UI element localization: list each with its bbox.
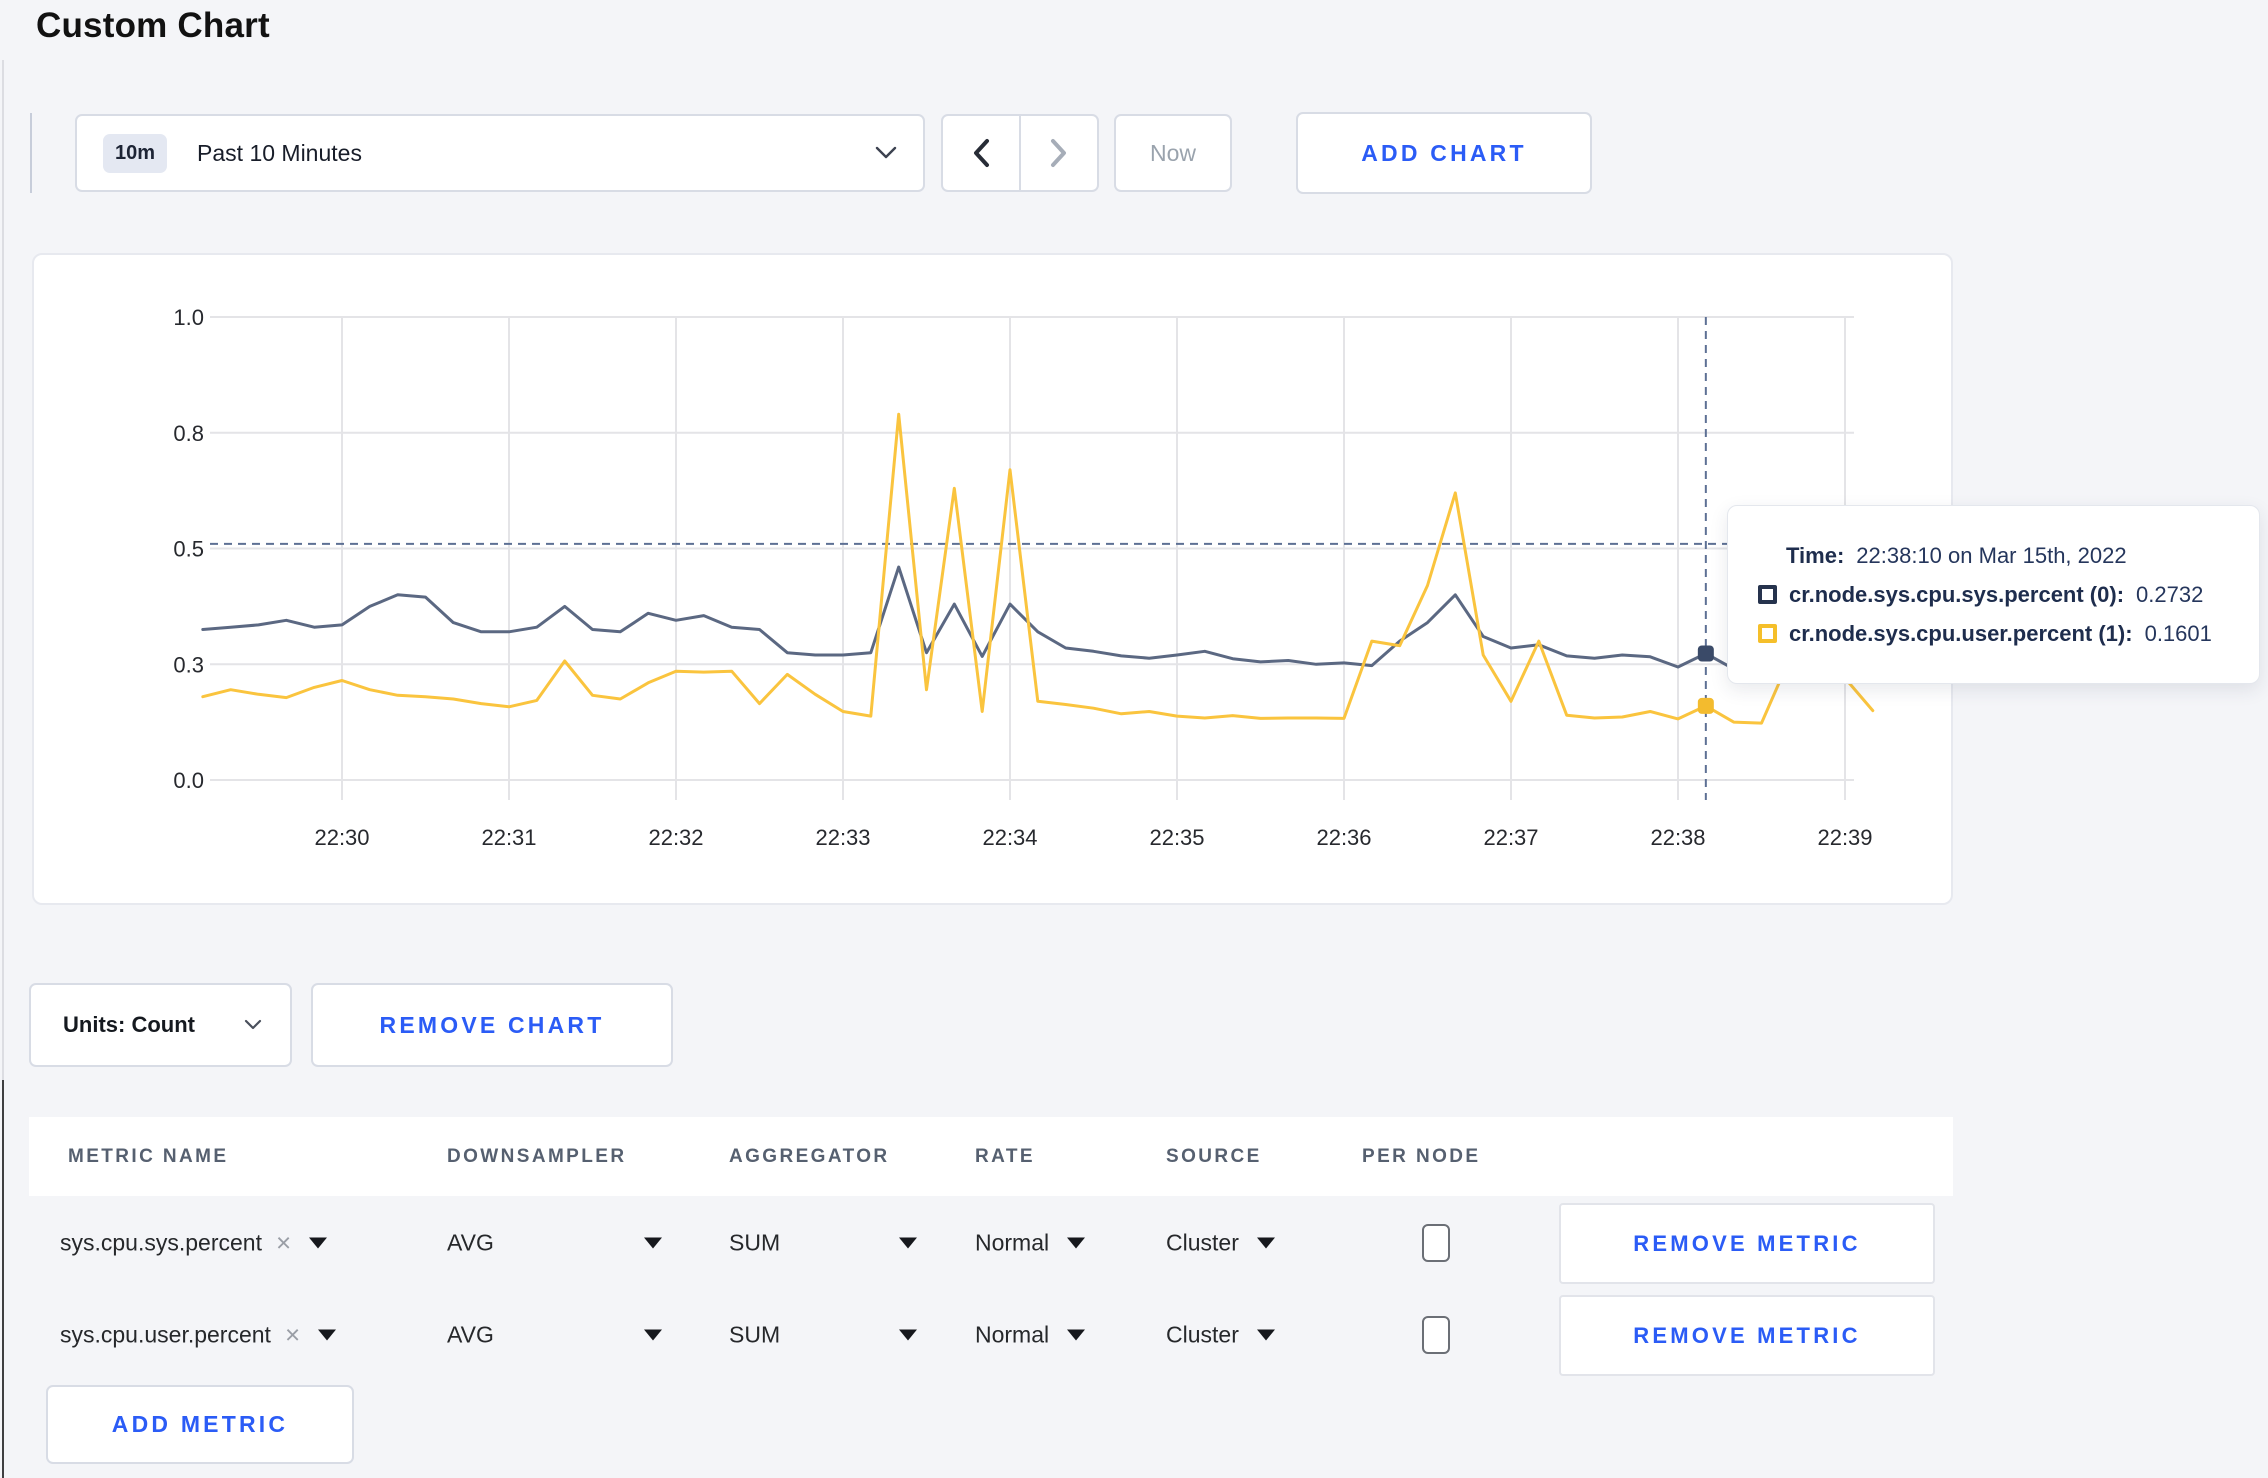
dropdown-caret-icon [1256, 1329, 1275, 1341]
per-node-checkbox[interactable] [1422, 1316, 1450, 1354]
x-axis-tick-label: 22:37 [1483, 825, 1538, 850]
tooltip-series-label: cr.node.sys.cpu.sys.percent (0): [1789, 581, 2125, 607]
source-select[interactable]: Cluster [1166, 1322, 1275, 1349]
time-range-dropdown[interactable]: 10m Past 10 Minutes [75, 114, 925, 192]
chart-card: 0.0 0.3 0.5 0.8 1.0 22:30 22:31 22:32 22:33 22:34… [32, 253, 2260, 907]
y-axis-tick-label: 0.3 [173, 652, 204, 677]
x-axis-tick-label: 22:39 [1817, 825, 1872, 850]
x-axis-tick-label: 22:36 [1316, 825, 1371, 850]
y-axis-tick-label: 0.0 [173, 768, 204, 793]
chart-tooltip: Time: 22:38:10 on Mar 15th, 2022 cr.node… [1727, 505, 2260, 684]
source-select[interactable]: Cluster [1166, 1230, 1275, 1257]
dropdown-caret-icon [1067, 1329, 1086, 1341]
metric-name-select[interactable]: sys.cpu.sys.percent × [60, 1228, 328, 1259]
x-axis-tick-label: 22:38 [1650, 825, 1705, 850]
x-axis-tick-label: 22:31 [481, 825, 536, 850]
prev-time-button[interactable] [943, 116, 1019, 190]
x-axis-tick-label: 22:34 [982, 825, 1037, 850]
time-range-badge: 10m [103, 133, 168, 173]
metric-name-select[interactable]: sys.cpu.user.percent × [60, 1320, 337, 1351]
tooltip-time-value: 22:38:10 on Mar 15th, 2022 [1856, 542, 2127, 568]
units-dropdown[interactable]: Units: Count [29, 983, 292, 1067]
aggregator-select[interactable]: SUM [729, 1230, 917, 1257]
units-label: Units: Count [63, 1012, 195, 1037]
sys-percent-swatch-icon [1758, 585, 1777, 604]
per-node-checkbox[interactable] [1422, 1224, 1450, 1262]
chevron-down-icon [875, 146, 897, 160]
col-header-per-node: PER NODE [1362, 1145, 1481, 1167]
rate-select[interactable]: Normal [975, 1322, 1086, 1349]
x-axis-tick-label: 22:33 [815, 825, 870, 850]
dropdown-caret-icon [1256, 1237, 1275, 1249]
y-axis-tick-label: 0.5 [173, 537, 204, 562]
series-line-cr.node.sys.cpu.sys.percent [201, 565, 1875, 671]
user-percent-swatch-icon [1758, 624, 1777, 643]
page-left-divider [2, 60, 4, 1080]
remove-chart-button[interactable]: REMOVE CHART [311, 983, 673, 1067]
downsampler-select[interactable]: AVG [447, 1230, 662, 1257]
time-selector-left-rule [30, 113, 32, 193]
y-axis-tick-label: 0.8 [173, 421, 204, 446]
x-axis-tick-label: 22:30 [314, 825, 369, 850]
dropdown-caret-icon [899, 1237, 917, 1249]
series-line-cr.node.sys.cpu.user.percent [201, 412, 1875, 725]
dropdown-caret-icon [318, 1329, 337, 1341]
col-header-metric-name: METRIC NAME [68, 1145, 229, 1167]
x-axis-tick-label: 22:35 [1149, 825, 1204, 850]
remove-metric-button[interactable]: REMOVE METRIC [1559, 1295, 1935, 1376]
tooltip-series-label: cr.node.sys.cpu.user.percent (1): [1789, 620, 2133, 646]
dropdown-caret-icon [644, 1329, 662, 1341]
hover-marker-cr.node.sys.cpu.user.percent [1697, 697, 1714, 714]
clear-metric-icon[interactable]: × [285, 1320, 300, 1351]
col-header-rate: RATE [975, 1145, 1035, 1167]
hover-marker-cr.node.sys.cpu.sys.percent [1697, 645, 1714, 662]
dropdown-caret-icon [644, 1237, 662, 1249]
x-axis-tick-label: 22:32 [648, 825, 703, 850]
chevron-down-icon [244, 1019, 262, 1031]
now-button[interactable]: Now [1114, 114, 1232, 192]
tooltip-time-label: Time: [1786, 542, 1845, 568]
next-time-button[interactable] [1019, 116, 1097, 190]
dropdown-caret-icon [309, 1237, 328, 1249]
dropdown-caret-icon [1067, 1237, 1086, 1249]
page-left-divider-dark [2, 1080, 4, 1478]
aggregator-select[interactable]: SUM [729, 1322, 917, 1349]
tooltip-time-row: Time: 22:38:10 on Mar 15th, 2022 [1758, 542, 2259, 568]
page-title: Custom Chart [36, 6, 270, 45]
tooltip-series-row: cr.node.sys.cpu.user.percent (1): 0.1601 [1758, 620, 2259, 646]
tooltip-series-value: 0.2732 [2136, 581, 2204, 607]
chart-plot[interactable]: 0.0 0.3 0.5 0.8 1.0 22:30 22:31 22:32 22:33 22:34… [34, 255, 1955, 907]
col-header-source: SOURCE [1166, 1145, 1262, 1167]
rate-select[interactable]: Normal [975, 1230, 1086, 1257]
custom-chart-page: Custom Chart 10m Past 10 Minutes Now ADD… [0, 0, 2268, 1478]
y-axis-tick-label: 1.0 [173, 305, 204, 330]
add-chart-button[interactable]: ADD CHART [1296, 112, 1592, 194]
time-nav-group [941, 114, 1099, 192]
clear-metric-icon[interactable]: × [276, 1228, 291, 1259]
add-metric-button[interactable]: ADD METRIC [46, 1385, 354, 1464]
col-header-aggregator: AGGREGATOR [729, 1145, 890, 1167]
col-header-downsampler: DOWNSAMPLER [447, 1145, 627, 1167]
downsampler-select[interactable]: AVG [447, 1322, 662, 1349]
tooltip-series-row: cr.node.sys.cpu.sys.percent (0): 0.2732 [1758, 581, 2259, 607]
time-range-label: Past 10 Minutes [197, 139, 362, 166]
dropdown-caret-icon [899, 1329, 917, 1341]
tooltip-series-value: 0.1601 [2144, 620, 2212, 646]
metrics-table-header: METRIC NAME DOWNSAMPLER AGGREGATOR RATE … [29, 1117, 1953, 1196]
remove-metric-button[interactable]: REMOVE METRIC [1559, 1203, 1935, 1284]
